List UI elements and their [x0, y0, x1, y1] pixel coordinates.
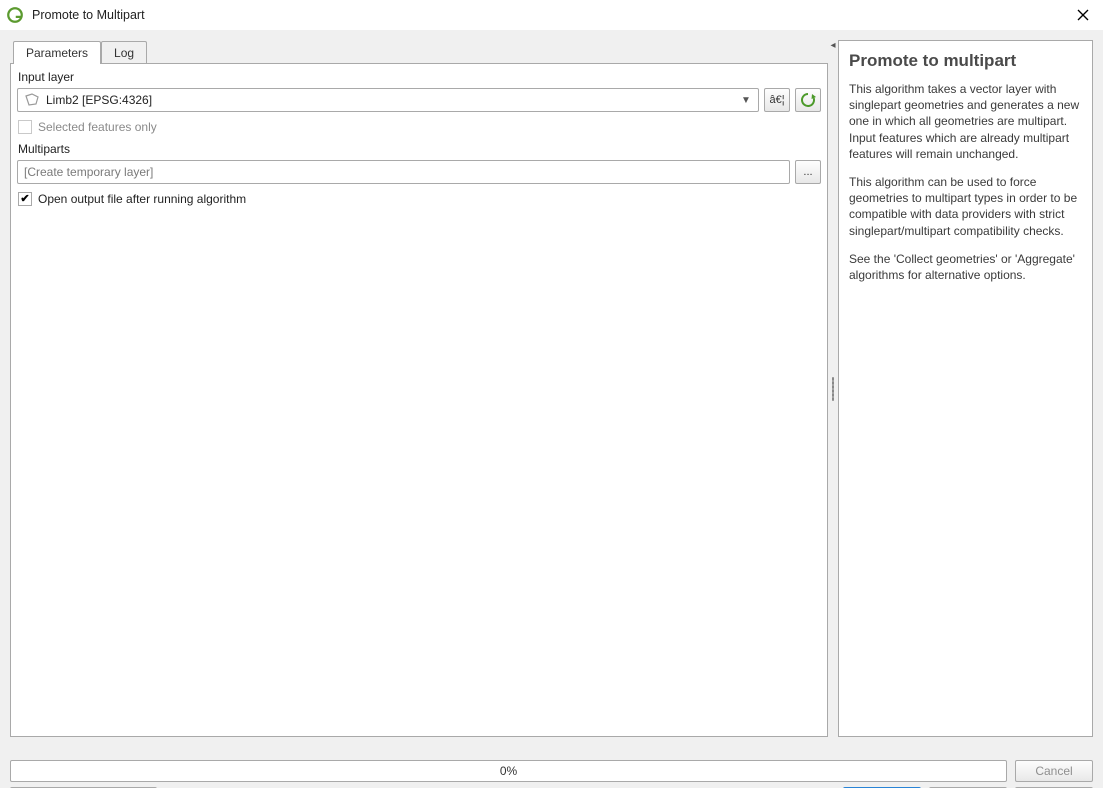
- polygon-layer-icon: [24, 93, 40, 107]
- multiparts-output-input[interactable]: [Create temporary layer]: [17, 160, 790, 184]
- help-paragraph-3: See the 'Collect geometries' or 'Aggrega…: [849, 251, 1082, 283]
- client-area: Parameters Log Input layer Limb2 [EPSG:4…: [0, 30, 1103, 788]
- refresh-icon: [800, 92, 816, 108]
- cancel-button-label: Cancel: [1035, 764, 1072, 778]
- input-layer-combo[interactable]: Limb2 [EPSG:4326] ▼: [17, 88, 759, 112]
- open-output-row: Open output file after running algorithm: [18, 192, 821, 206]
- window-close-button[interactable]: [1069, 4, 1097, 26]
- progress-bar: 0%: [10, 760, 1007, 782]
- open-output-label: Open output file after running algorithm: [38, 192, 246, 206]
- title-bar: Promote to Multipart: [0, 0, 1103, 30]
- input-layer-label: Input layer: [18, 70, 821, 84]
- tabs-bar: Parameters Log: [10, 40, 828, 63]
- input-layer-advanced-button[interactable]: â€¦: [764, 88, 790, 112]
- window-title: Promote to Multipart: [32, 8, 145, 22]
- selected-features-only-row: Selected features only: [18, 120, 821, 134]
- tab-log[interactable]: Log: [101, 41, 147, 63]
- splitter-grip-icon: [832, 377, 834, 401]
- tab-parameters[interactable]: Parameters: [13, 41, 101, 64]
- parameters-panel: Parameters Log Input layer Limb2 [EPSG:4…: [10, 40, 828, 737]
- multiparts-label: Multiparts: [18, 142, 821, 156]
- input-layer-text: Limb2 [EPSG:4326]: [46, 93, 734, 107]
- help-paragraph-2: This algorithm can be used to force geom…: [849, 174, 1082, 239]
- qgis-app-icon: [6, 6, 24, 24]
- tab-log-label: Log: [114, 46, 134, 60]
- help-title: Promote to multipart: [849, 51, 1082, 71]
- multiparts-placeholder: [Create temporary layer]: [24, 165, 153, 179]
- open-output-checkbox[interactable]: [18, 192, 32, 206]
- help-paragraph-1: This algorithm takes a vector layer with…: [849, 81, 1082, 162]
- multiparts-browse-button[interactable]: ...: [795, 160, 821, 184]
- selected-features-only-label: Selected features only: [38, 120, 157, 134]
- ellipsis-label: â€¦: [769, 94, 784, 106]
- tab-parameters-label: Parameters: [26, 46, 88, 60]
- collapser-left-icon[interactable]: ◂: [828, 39, 838, 51]
- progress-text: 0%: [500, 764, 517, 778]
- chevron-down-icon: ▼: [740, 95, 752, 106]
- selected-features-only-checkbox[interactable]: [18, 120, 32, 134]
- input-layer-iterate-button[interactable]: [795, 88, 821, 112]
- cancel-button[interactable]: Cancel: [1015, 760, 1093, 782]
- help-panel: Promote to multipart This algorithm take…: [838, 40, 1093, 737]
- splitter[interactable]: ◂: [828, 40, 838, 737]
- parameters-tab-page: Input layer Limb2 [EPSG:4326] ▼ â€¦: [10, 63, 828, 737]
- browse-ellipsis-label: ...: [803, 166, 812, 178]
